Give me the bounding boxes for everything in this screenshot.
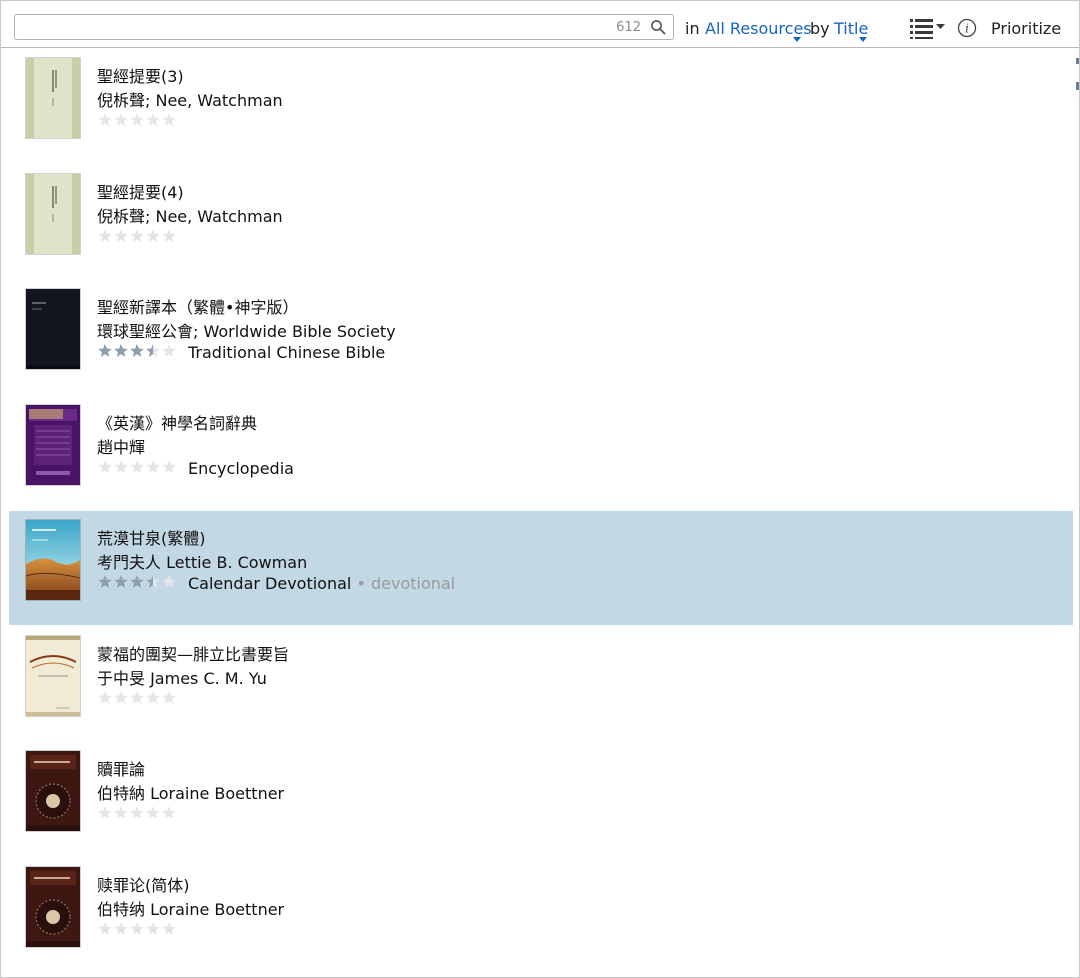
resource-author: 考門夫人 Lettie B. Cowman [97,553,308,572]
resource-author: 于中旻 James C. M. Yu [97,668,267,688]
rating-stars[interactable] [97,228,177,244]
resource-row[interactable]: 赎罪论(简体) 伯特纳 Loraine Boettner [9,858,1073,972]
resource-title[interactable]: 贖罪論 [97,756,145,780]
resource-row[interactable]: 荒漠甘泉(繁體) 考門夫人 Lettie B. Cowman Calendar De… [9,511,1073,625]
resource-row[interactable]: 聖經新譯本（繁體•神字版） 環球聖經公會; Worldwide Bible Soc… [9,280,1073,394]
library-search-box[interactable]: 612 [14,14,674,40]
rating-stars[interactable] [97,921,177,937]
resource-title[interactable]: 聖經提要(3) [97,63,184,87]
resource-row[interactable]: 蒙福的團契—腓立比書要旨于中旻 James C. M. Yu [9,627,1073,741]
resource-author: 環球聖經公會; Worldwide Bible Society [97,322,396,341]
resource-type: Encyclopedia [188,459,294,478]
view-options-icon[interactable] [909,17,947,39]
resource-author: 伯特纳 Loraine Boettner [97,899,285,919]
resource-subtype-label: • devotional [351,574,456,593]
resource-row[interactable]: 聖經提要(3) 倪柝聲; Nee, Watchman [9,49,1073,163]
resource-author: 伯特納 Loraine Boettner [97,784,285,803]
resource-list: 聖經提要(3) 倪柝聲; Nee, Watchman 聖經提要(4) 倪柝聲; Nee… [1,48,1079,976]
search-icon[interactable] [650,19,666,35]
resource-type-label: Calendar Devotional [188,574,352,593]
scope-caret-icon[interactable] [793,37,801,42]
rating-stars[interactable] [97,343,177,359]
resource-author: 趙中輝 [97,437,146,457]
library-search-input[interactable] [21,17,615,39]
resource-type: Traditional Chinese Bible [188,343,385,362]
library-toolbar: 612 in All Resources by Title i Prioriti… [1,1,1079,48]
scope-dropdown[interactable]: All Resources [705,19,812,38]
book-cover-image[interactable] [26,866,80,947]
resource-row[interactable]: 贖罪論伯特納 Loraine Boettner [9,742,1073,856]
scroll-marker [1076,58,1079,64]
book-cover-image[interactable] [26,520,80,600]
resource-author: 倪柝聲; Nee, Watchman [97,206,283,226]
resource-title[interactable]: 赎罪论(简体) [97,872,190,896]
resource-row[interactable]: 《英漢》神學名詞辭典趙中輝 Encyclopedia [9,396,1073,510]
resource-title[interactable]: 《英漢》神學名詞辭典 [97,410,257,434]
rating-stars[interactable] [97,459,177,475]
sort-dropdown[interactable]: Title [834,19,868,38]
scroll-marker [1076,82,1079,90]
book-cover-image[interactable] [26,751,80,831]
resource-title[interactable]: 蒙福的團契—腓立比書要旨 [97,641,289,665]
resource-title[interactable]: 荒漠甘泉(繁體) [97,525,206,549]
rating-stars[interactable] [97,574,177,590]
resource-row[interactable]: 聖經提要(4) 倪柝聲; Nee, Watchman [9,165,1073,279]
sort-caret-icon[interactable] [859,37,867,42]
by-label: by [810,19,830,38]
resource-type: Calendar Devotional • devotional [188,574,455,593]
book-cover-image[interactable] [26,635,80,716]
resource-type-label: Traditional Chinese Bible [188,343,386,362]
resource-title[interactable]: 聖經提要(4) [97,179,184,203]
rating-stars[interactable] [97,805,177,821]
book-cover-image[interactable] [26,289,80,369]
rating-stars[interactable] [97,112,177,128]
svg-text:i: i [965,22,969,36]
book-cover-image[interactable] [26,58,80,138]
info-icon[interactable]: i [957,18,977,38]
in-label: in [685,19,700,38]
result-count: 612 [616,20,641,35]
book-cover-image[interactable] [26,404,80,485]
rating-stars[interactable] [97,690,177,706]
prioritize-button[interactable]: Prioritize [991,19,1061,38]
resource-type-label: Encyclopedia [188,458,294,478]
library-window: 612 in All Resources by Title i Prioriti… [0,0,1080,978]
book-cover-image[interactable] [26,173,80,254]
resource-author: 倪柝聲; Nee, Watchman [97,91,283,110]
resource-title[interactable]: 聖經新譯本（繁體•神字版） [97,294,298,318]
